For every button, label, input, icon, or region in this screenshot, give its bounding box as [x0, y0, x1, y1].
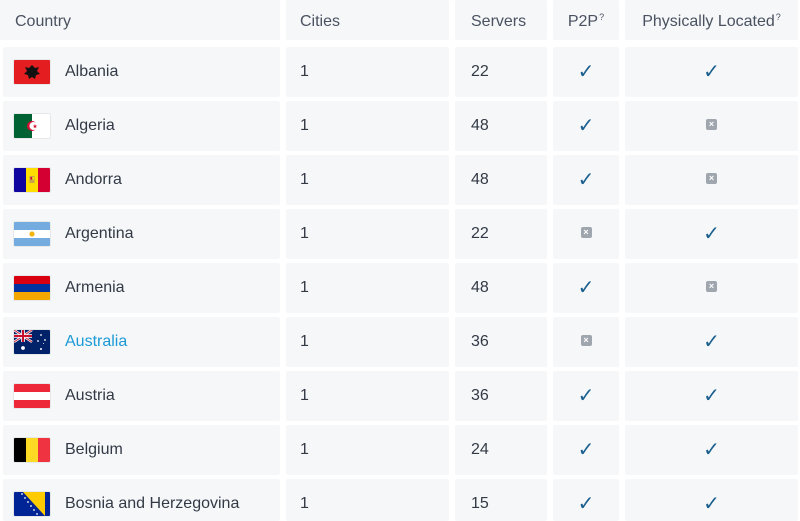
- p2p-cell: ✓: [553, 155, 619, 205]
- servers-cell: 48: [455, 155, 547, 205]
- header-country: Country: [0, 0, 280, 40]
- cross-icon: ×: [706, 119, 717, 131]
- check-icon: ✓: [577, 169, 595, 191]
- cities-cell: 1: [286, 317, 449, 367]
- p2p-cell: ×: [553, 209, 619, 259]
- physically-located-help-icon[interactable]: ?: [776, 12, 781, 22]
- country-cell: Andorra: [3, 155, 280, 205]
- servers-cell: 36: [455, 371, 547, 421]
- cities-cell: 1: [286, 209, 449, 259]
- cities-cell: 1: [286, 155, 449, 205]
- cities-cell: 1: [286, 263, 449, 313]
- country-cell: Algeria: [3, 101, 280, 151]
- servers-cell: 48: [455, 263, 547, 313]
- check-icon: ✓: [577, 439, 595, 461]
- check-icon: ✓: [703, 493, 720, 515]
- table-row: Belgium 1 24 ✓ ✓: [0, 425, 800, 475]
- check-icon: ✓: [577, 385, 595, 407]
- physical-cell: ×: [625, 101, 798, 151]
- p2p-help-icon[interactable]: ?: [599, 12, 604, 22]
- p2p-cell: ✓: [553, 47, 619, 97]
- cross-icon: ×: [580, 227, 592, 239]
- physical-cell: ×: [625, 155, 798, 205]
- australia-flag-icon: [14, 330, 50, 354]
- servers-cell: 48: [455, 101, 547, 151]
- physical-cell: ✓: [625, 479, 798, 521]
- argentina-flag-icon: [14, 222, 50, 246]
- algeria-flag-icon: [14, 114, 50, 138]
- country-name: Algeria: [65, 117, 115, 134]
- header-physically-located: Physically Located?: [625, 0, 798, 40]
- country-name: Belgium: [65, 441, 123, 458]
- check-icon: ✓: [577, 115, 595, 137]
- cities-cell: 1: [286, 101, 449, 151]
- physical-cell: ✓: [625, 371, 798, 421]
- country-name: Armenia: [65, 279, 125, 296]
- servers-cell: 36: [455, 317, 547, 367]
- p2p-cell: ✓: [553, 101, 619, 151]
- andorra-flag-icon: [14, 168, 50, 192]
- country-name: Bosnia and Herzegovina: [65, 495, 240, 512]
- armenia-flag-icon: [14, 276, 50, 300]
- header-servers: Servers: [455, 0, 547, 40]
- table-row: Algeria 1 48 ✓ ×: [0, 101, 800, 151]
- header-p2p: P2P?: [553, 0, 619, 40]
- physical-cell: ✓: [625, 209, 798, 259]
- p2p-cell: ✓: [553, 479, 619, 521]
- physical-cell: ✓: [625, 425, 798, 475]
- header-cities: Cities: [286, 0, 449, 40]
- p2p-cell: ✓: [553, 263, 619, 313]
- p2p-cell: ×: [553, 317, 619, 367]
- table-row[interactable]: Australia 1 36 × ✓: [0, 317, 800, 367]
- country-name: Austria: [65, 387, 115, 404]
- servers-cell: 24: [455, 425, 547, 475]
- server-locations-table: Country Cities Servers P2P? Physically L…: [0, 0, 800, 521]
- country-cell: Australia: [3, 317, 280, 367]
- country-cell: Bosnia and Herzegovina: [3, 479, 280, 521]
- country-name: Argentina: [65, 225, 134, 242]
- albania-flag-icon: [14, 60, 50, 84]
- cities-cell: 1: [286, 425, 449, 475]
- p2p-cell: ✓: [553, 371, 619, 421]
- austria-flag-icon: [14, 384, 50, 408]
- table-row: Bosnia and Herzegovina 1 15 ✓ ✓: [0, 479, 800, 521]
- table-row: Argentina 1 22 × ✓: [0, 209, 800, 259]
- check-icon: ✓: [703, 223, 720, 245]
- servers-cell: 15: [455, 479, 547, 521]
- servers-cell: 22: [455, 209, 547, 259]
- check-icon: ✓: [703, 331, 720, 353]
- bosnia-flag-icon: [14, 492, 50, 516]
- country-name: Andorra: [65, 171, 122, 188]
- check-icon: ✓: [577, 493, 595, 515]
- check-icon: ✓: [577, 277, 595, 299]
- country-cell: Austria: [3, 371, 280, 421]
- country-link[interactable]: Australia: [65, 317, 127, 367]
- cross-icon: ×: [706, 173, 717, 185]
- country-cell: Argentina: [3, 209, 280, 259]
- p2p-cell: ✓: [553, 425, 619, 475]
- cities-cell: 1: [286, 479, 449, 521]
- belgium-flag-icon: [14, 438, 50, 462]
- country-name: Albania: [65, 63, 119, 80]
- country-cell: Belgium: [3, 425, 280, 475]
- cross-icon: ×: [706, 281, 717, 293]
- check-icon: ✓: [703, 439, 720, 461]
- table-row: Andorra 1 48 ✓ ×: [0, 155, 800, 205]
- table-row: Armenia 1 48 ✓ ×: [0, 263, 800, 313]
- physical-cell: ×: [625, 263, 798, 313]
- cross-icon: ×: [580, 335, 592, 347]
- table-header: Country Cities Servers P2P? Physically L…: [0, 0, 800, 46]
- table-row: Austria 1 36 ✓ ✓: [0, 371, 800, 421]
- physical-cell: ✓: [625, 47, 798, 97]
- country-cell: Albania: [3, 47, 280, 97]
- check-icon: ✓: [703, 61, 720, 83]
- country-cell: Armenia: [3, 263, 280, 313]
- servers-cell: 22: [455, 47, 547, 97]
- check-icon: ✓: [577, 61, 595, 83]
- cities-cell: 1: [286, 371, 449, 421]
- physical-cell: ✓: [625, 317, 798, 367]
- cities-cell: 1: [286, 47, 449, 97]
- table-row: Albania 1 22 ✓ ✓: [0, 47, 800, 97]
- check-icon: ✓: [703, 385, 720, 407]
